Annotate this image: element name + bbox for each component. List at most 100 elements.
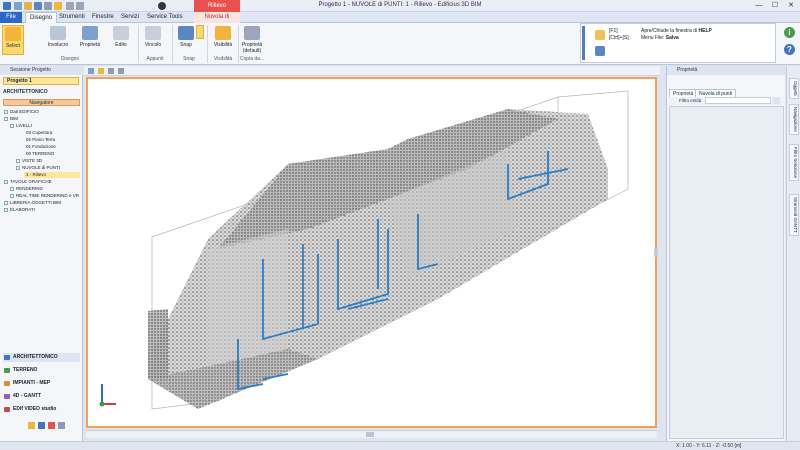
status-bar: X: 1.00 - Y: 6.11 - Z: -0.50 [m] bbox=[0, 441, 800, 450]
tab-strumenti[interactable]: Strumenti bbox=[55, 12, 89, 23]
filter-select[interactable] bbox=[705, 97, 771, 104]
grid-icon[interactable] bbox=[108, 68, 114, 74]
properties-panel-header: Proprietà bbox=[667, 66, 786, 75]
proprieta-button[interactable]: Proprietà bbox=[77, 25, 103, 55]
envelope-icon bbox=[50, 26, 66, 40]
tree-item-livelli[interactable]: LIVELLI bbox=[10, 123, 32, 129]
constraint-icon bbox=[145, 26, 161, 40]
tree-item-elaborati[interactable]: ELABORATI bbox=[4, 207, 35, 213]
filter-label: Filtro entità bbox=[679, 98, 702, 103]
visibility-icon bbox=[215, 26, 231, 40]
tree-item-tavole-grafiche[interactable]: TAVOLE GRAFICHE bbox=[4, 179, 52, 185]
menu-impianti[interactable]: IMPIANTI - MEP bbox=[3, 379, 80, 388]
vincolo-button[interactable]: Vincolo bbox=[142, 25, 164, 55]
sidebar-tab-strumenti-gantt[interactable]: Strumenti GANTT bbox=[789, 194, 799, 236]
title-bar: Progetto 1 - NUVOLE di PUNTI: 1 - Riliev… bbox=[0, 0, 800, 12]
axis-gizmo bbox=[99, 384, 116, 407]
group-label-snap: Snap bbox=[183, 56, 195, 62]
ribbon-tabs: File Disegno Strumenti Finestre Servizi … bbox=[0, 12, 800, 31]
help-icon[interactable]: ? bbox=[784, 44, 795, 55]
mep-icon bbox=[4, 381, 10, 386]
snap-toggle-button[interactable] bbox=[196, 25, 204, 39]
brush-icon bbox=[244, 26, 260, 40]
proprieta-default-button[interactable]: Proprietà (default) bbox=[240, 25, 264, 55]
tree-item-dati-edificio[interactable]: Dati EDIFICIO bbox=[4, 109, 39, 115]
project-panel-header: Sessione Progetto bbox=[0, 66, 83, 75]
tree-item-libreria[interactable]: LIBRERIA OGGETTI BIM bbox=[4, 200, 61, 206]
group-separator bbox=[138, 25, 139, 63]
coordinates-readout: X: 1.00 - Y: 6.11 - Z: -0.50 [m] bbox=[676, 443, 742, 449]
edito-button[interactable]: Edito bbox=[110, 25, 132, 55]
gantt-icon bbox=[4, 394, 10, 399]
minimize-button[interactable]: — bbox=[752, 1, 766, 11]
window-title: Progetto 1 - NUVOLE di PUNTI: 1 - Riliev… bbox=[318, 2, 482, 8]
sidebar-tab-oggetti[interactable]: Oggetti bbox=[789, 78, 799, 99]
edit-icon bbox=[113, 26, 129, 40]
tree-item-rilievo[interactable]: 1 - Rilievo bbox=[24, 172, 80, 178]
horizontal-scrollbar[interactable] bbox=[86, 430, 657, 438]
tree-item-viste-3d[interactable]: VISTE 3D bbox=[16, 158, 42, 164]
viewport-resize-handle[interactable] bbox=[654, 249, 658, 257]
context-tab-group: Rilievo bbox=[194, 0, 240, 12]
properties-panel: Proprietà Proprietà Nuvola di punti Filt… bbox=[666, 66, 786, 441]
filter-row: Filtro entità bbox=[669, 97, 784, 105]
tree-item-real-time-rendering[interactable]: REAL TIME RENDERING e VR bbox=[10, 193, 79, 199]
tree-item-level[interactable]: 02 Piano Terra bbox=[26, 137, 55, 143]
3d-viewport[interactable] bbox=[86, 77, 658, 428]
layers-icon[interactable] bbox=[118, 68, 124, 74]
close-button[interactable]: ✕ bbox=[784, 1, 798, 11]
tree-item-nuvole-di-punti[interactable]: NUVOLE di PUNTI bbox=[16, 165, 60, 171]
properties-icon bbox=[82, 26, 98, 40]
help-f1-key: [F1] bbox=[609, 28, 618, 34]
visibilita-button[interactable]: Visibilità bbox=[210, 25, 236, 55]
small-tool-icon[interactable] bbox=[38, 422, 45, 429]
tab-file[interactable]: File bbox=[0, 12, 22, 23]
tree-item-level[interactable]: 01 Fondazione bbox=[26, 144, 56, 150]
tree-item-rendering[interactable]: RENDERING bbox=[10, 186, 43, 192]
menu-video-studio[interactable]: EDIf VIDEO studio bbox=[3, 405, 80, 414]
tab-servizi[interactable]: Servizi bbox=[117, 12, 143, 23]
tree-item-level[interactable]: 03 Copertura bbox=[26, 130, 52, 136]
point-cloud-model[interactable] bbox=[88, 79, 655, 426]
menu-architettonico[interactable]: ARCHITETTONICO bbox=[3, 353, 80, 362]
save-disk-icon bbox=[595, 46, 605, 56]
tree-item-bim[interactable]: BIM bbox=[4, 116, 18, 122]
select-button[interactable]: Select bbox=[2, 25, 24, 55]
snap-button[interactable]: Snap bbox=[176, 25, 196, 55]
maximize-button[interactable]: ☐ bbox=[768, 1, 782, 11]
help-box: [F1] [Ctrl]+[S] Apre/Chiude la finestra … bbox=[580, 23, 776, 63]
help-splitter bbox=[582, 26, 585, 60]
project-item[interactable]: Progetto 1 bbox=[3, 77, 79, 85]
sidebar-tab-navigazione[interactable]: Navigazione bbox=[789, 104, 799, 135]
filter-options-icon[interactable] bbox=[773, 97, 780, 104]
navigator-bar[interactable]: Navigatore bbox=[3, 99, 80, 106]
menu-terreno[interactable]: TERRENO bbox=[3, 366, 80, 375]
architecture-icon bbox=[4, 355, 10, 360]
terrain-icon bbox=[4, 368, 10, 373]
right-sidebar: Oggetti Navigazione Filtro Selezione Str… bbox=[786, 66, 800, 441]
sidebar-tab-filtro-selezione[interactable]: Filtro Selezione bbox=[789, 144, 799, 182]
view-icon[interactable] bbox=[88, 68, 94, 74]
tab-nuvola-di-punti[interactable]: Nuvola di punti bbox=[194, 12, 240, 31]
menu-gantt[interactable]: 4D - GANTT bbox=[3, 392, 80, 401]
group-label-visibilita: Visibilità bbox=[213, 56, 233, 62]
tree-item-level[interactable]: 00 TERRENO bbox=[26, 151, 54, 157]
view-toolbar bbox=[84, 66, 660, 76]
involucro-button[interactable]: Involucro bbox=[45, 25, 71, 55]
snap-icon bbox=[178, 26, 194, 40]
project-panel: Sessione Progetto Progetto 1 ARCHITETTON… bbox=[0, 66, 83, 441]
help-ctrl-text: Menu File: Salva bbox=[641, 35, 679, 41]
scroll-thumb[interactable] bbox=[366, 432, 374, 437]
help-f1-text: Apre/Chiude la finestra di HELP bbox=[641, 28, 712, 34]
speaker-icon[interactable] bbox=[58, 422, 65, 429]
small-tool-icon[interactable] bbox=[28, 422, 35, 429]
info-icon[interactable]: i bbox=[784, 27, 795, 38]
properties-grid bbox=[669, 106, 784, 439]
camera-icon[interactable] bbox=[98, 68, 104, 74]
help-ctrl-key: [Ctrl]+[S] bbox=[609, 35, 629, 41]
help-book-icon bbox=[595, 30, 605, 40]
tab-service-tools[interactable]: Service Tools bbox=[143, 12, 187, 23]
tab-disegno[interactable]: Disegno bbox=[25, 12, 58, 23]
tab-finestre[interactable]: Finestre bbox=[88, 12, 118, 23]
small-tool-icon[interactable] bbox=[48, 422, 55, 429]
